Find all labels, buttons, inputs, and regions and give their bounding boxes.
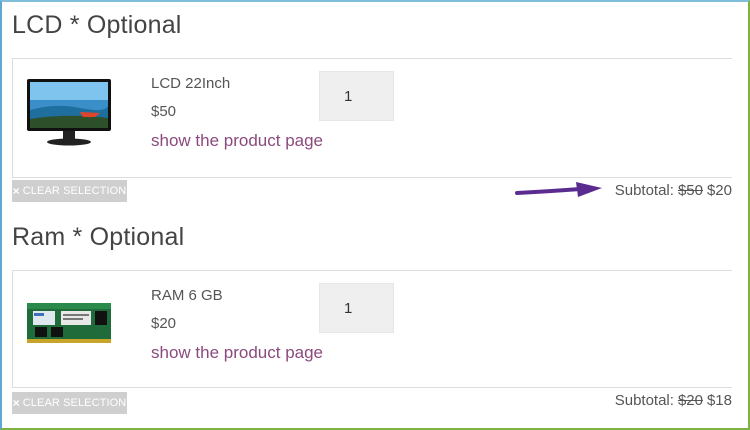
arrow-right-icon (515, 182, 602, 197)
subtotal-old-price: $50 (677, 182, 703, 199)
quantity-input[interactable] (319, 283, 394, 333)
quantity-input[interactable] (319, 71, 394, 121)
subtotal: Subtotal: $50 $20 (615, 182, 732, 199)
subtotal-label: Subtotal: (614, 392, 674, 409)
subtotal-label: Subtotal: (614, 182, 674, 199)
clear-selection-label: CLEAR SELECTION (22, 185, 127, 197)
product-page-link[interactable]: show the product page (151, 343, 323, 363)
close-icon: × (12, 184, 20, 198)
product-name: LCD 22Inch (151, 75, 231, 92)
product-page-link[interactable]: show the product page (151, 131, 323, 151)
product-price: $20 (151, 315, 177, 332)
section-lcd: LCD * Optional LCD 22Inch $50 show the p… (12, 10, 732, 202)
section-title: LCD * Optional (12, 11, 182, 39)
clear-selection-button[interactable]: × CLEAR SELECTION (12, 392, 127, 414)
subtotal: Subtotal: $20 $18 (615, 392, 732, 409)
subtotal-new-price: $18 (706, 392, 732, 409)
ram-module-image[interactable] (25, 289, 113, 359)
subtotal-old-price: $20 (677, 392, 703, 409)
subtotal-new-price: $20 (706, 182, 732, 199)
close-icon: × (12, 396, 20, 410)
product-card: RAM 6 GB $20 show the product page (12, 270, 732, 388)
clear-selection-label: CLEAR SELECTION (22, 397, 127, 409)
lcd-monitor-image[interactable] (25, 77, 113, 147)
section-title: Ram * Optional (12, 223, 185, 251)
product-card: LCD 22Inch $50 show the product page (12, 58, 732, 178)
clear-selection-button[interactable]: × CLEAR SELECTION (12, 180, 127, 202)
product-price: $50 (151, 103, 177, 120)
section-ram: Ram * Optional RAM 6 GB $20 show the pro… (12, 222, 732, 414)
product-name: RAM 6 GB (151, 287, 223, 304)
